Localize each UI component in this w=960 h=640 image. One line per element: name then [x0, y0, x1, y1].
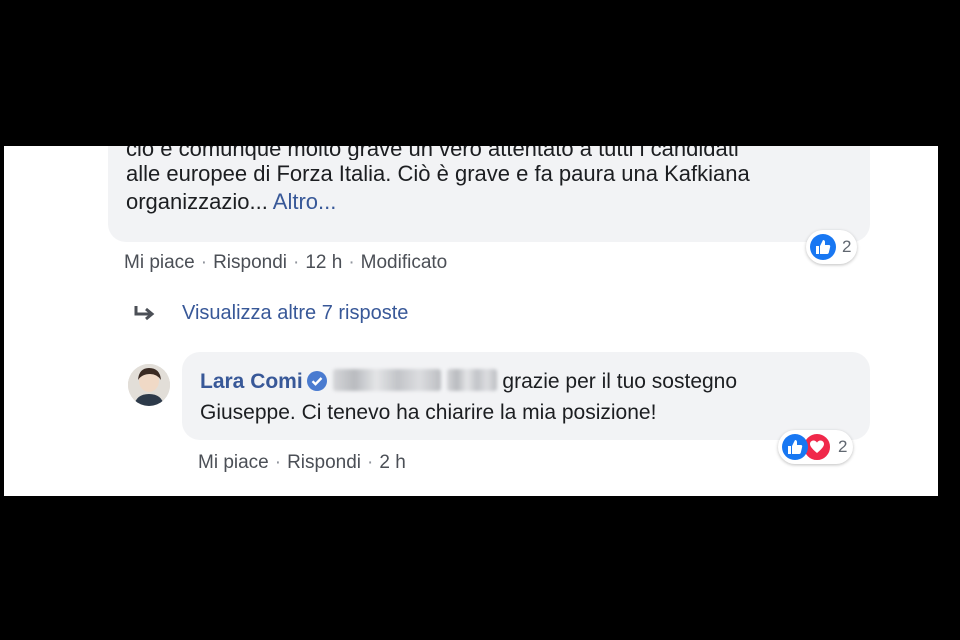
reply-bubble: Lara Comi grazie per il tuo sostegno Giu…	[182, 352, 870, 440]
redacted-text	[332, 369, 441, 391]
separator: ·	[200, 252, 208, 273]
separator: ·	[274, 452, 282, 473]
reaction-badge[interactable]: 2	[806, 230, 858, 264]
separator: ·	[348, 252, 355, 273]
comment-line: ciò è comunque molto grave un vero atten…	[126, 146, 739, 160]
reaction-count: 2	[842, 237, 852, 256]
see-more-link[interactable]: Altro...	[273, 189, 337, 214]
separator: ·	[367, 452, 374, 473]
reply-arrow-icon	[134, 305, 155, 320]
view-more-replies[interactable]: Visualizza altre 7 risposte	[132, 302, 408, 325]
timestamp[interactable]: 2 h	[379, 452, 405, 473]
comment-line: alle europee di Forza Italia. Ciò è grav…	[126, 161, 750, 186]
screenshot-frame: ciò è comunque molto grave un vero atten…	[0, 146, 960, 496]
comment-text: ciò è comunque molto grave un vero atten…	[126, 146, 866, 216]
comments-panel: ciò è comunque molto grave un vero atten…	[4, 146, 938, 496]
comment-line: organizzazio... Altro...	[126, 188, 866, 216]
author-name[interactable]: Lara Comi	[200, 370, 303, 393]
reaction-count: 2	[838, 437, 848, 456]
reply-text-line: Giuseppe. Ci tenevo ha chiarire la mia p…	[200, 401, 657, 424]
separator: ·	[293, 252, 300, 273]
reaction-badge[interactable]: 2	[778, 430, 854, 464]
avatar[interactable]	[128, 364, 170, 406]
reply-text: Lara Comi grazie per il tuo sostegno Giu…	[200, 366, 860, 428]
comment-actions: Mi piace · Rispondi · 12 h · Modificato	[124, 252, 447, 274]
edited-label[interactable]: Modificato	[361, 252, 448, 273]
reply-text-line: grazie per il tuo sostegno	[502, 370, 738, 393]
like-link[interactable]: Mi piace	[124, 252, 195, 273]
timestamp[interactable]: 12 h	[305, 252, 342, 273]
reply-link[interactable]: Rispondi	[213, 252, 287, 273]
reply-link[interactable]: Rispondi	[287, 452, 361, 473]
comment-line-text: organizzazio...	[126, 189, 268, 214]
verified-badge-icon	[306, 371, 327, 391]
redacted-text	[446, 369, 497, 391]
like-reaction-icon	[810, 234, 836, 260]
like-reaction-icon	[782, 434, 808, 460]
view-more-replies-label: Visualizza altre 7 risposte	[182, 302, 409, 324]
reply-actions: Mi piace · Rispondi · 2 h	[198, 452, 406, 474]
comment-bubble: ciò è comunque molto grave un vero atten…	[108, 146, 870, 242]
like-link[interactable]: Mi piace	[198, 452, 269, 473]
